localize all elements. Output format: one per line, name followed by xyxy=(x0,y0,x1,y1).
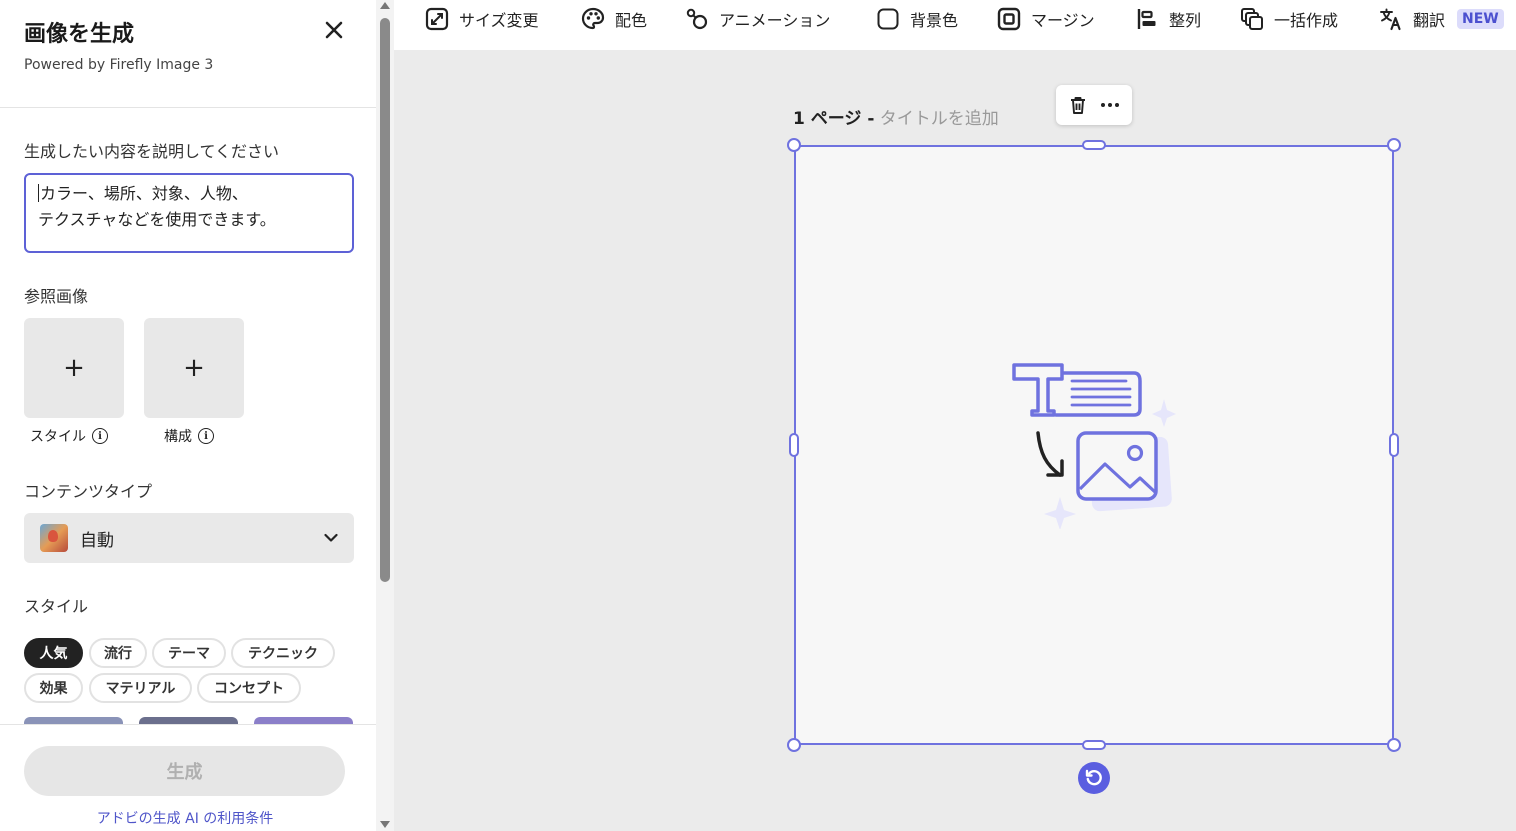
panel-title: 画像を生成 xyxy=(24,22,135,47)
style-chip-concept[interactable]: コンセプト xyxy=(197,673,301,703)
toolbar-bulk-create-label: 一括作成 xyxy=(1274,11,1339,30)
toolbar-palette[interactable]: 配色 xyxy=(581,0,647,38)
palette-icon xyxy=(581,7,605,30)
bulk-create-icon xyxy=(1241,8,1263,30)
info-icon[interactable]: i xyxy=(92,428,108,444)
style-chip-trending[interactable]: 流行 xyxy=(89,638,147,668)
panel-footer: 生成 アドビの生成 AI の利用条件 xyxy=(0,724,376,831)
scroll-up-arrow[interactable] xyxy=(380,2,390,9)
top-toolbar: サイズ変更 配色 アニメーション 背景色 マージン 整列 一括作成 翻訳 NEW xyxy=(394,0,1516,50)
toolbar-palette-label: 配色 xyxy=(615,11,648,30)
translate-icon xyxy=(1380,8,1401,31)
animation-icon xyxy=(686,8,708,30)
resize-handle-bottom-right[interactable] xyxy=(1387,738,1401,752)
chevron-down-icon xyxy=(324,533,338,542)
new-badge: NEW xyxy=(1457,9,1504,29)
info-icon[interactable]: i xyxy=(198,428,214,444)
toolbar-align-label: 整列 xyxy=(1169,11,1202,30)
resize-handle-bottom[interactable] xyxy=(1082,740,1106,750)
resize-handle-top-left[interactable] xyxy=(787,138,801,152)
panel-scrollbar[interactable] xyxy=(376,0,394,831)
resize-handle-top-right[interactable] xyxy=(1387,138,1401,152)
trash-icon xyxy=(1071,97,1085,114)
scroll-down-arrow[interactable] xyxy=(380,821,390,828)
style-reference-label: スタイル xyxy=(30,429,86,445)
style-chip-popular[interactable]: 人気 xyxy=(24,638,83,668)
prompt-placeholder-line1: カラー、場所、対象、人物、 xyxy=(40,184,248,203)
close-button[interactable] xyxy=(318,14,350,46)
style-reference-upload[interactable]: + xyxy=(24,318,124,418)
style-chip-material[interactable]: マテリアル xyxy=(89,673,192,703)
content-type-value: 自動 xyxy=(80,530,114,551)
generate-button[interactable]: 生成 xyxy=(24,746,345,796)
toolbar-bulk-create[interactable]: 一括作成 xyxy=(1240,0,1338,38)
more-options-button[interactable] xyxy=(1096,91,1124,119)
floating-toolbar xyxy=(1056,85,1132,125)
prompt-placeholder-line2: テクスチャなどを使用できます。 xyxy=(38,210,276,229)
toolbar-background-color[interactable]: 背景色 xyxy=(876,0,958,38)
generate-image-panel: 画像を生成 Powered by Firefly Image 3 生成したい内容… xyxy=(0,0,376,831)
toolbar-background-color-label: 背景色 xyxy=(910,11,959,30)
toolbar-translate[interactable]: 翻訳 NEW xyxy=(1379,0,1504,38)
more-icon xyxy=(1101,103,1119,107)
toolbar-animation[interactable]: アニメーション xyxy=(685,0,830,38)
resize-handle-left[interactable] xyxy=(789,433,799,457)
scroll-thumb[interactable] xyxy=(380,18,390,582)
text-caret xyxy=(38,184,39,202)
toolbar-margin[interactable]: マージン xyxy=(997,0,1095,38)
plus-icon: + xyxy=(63,353,85,383)
composition-reference-caption: 構成 i xyxy=(164,426,214,446)
panel-header: 画像を生成 Powered by Firefly Image 3 xyxy=(0,0,376,108)
plus-icon: + xyxy=(183,353,205,383)
rotate-button[interactable] xyxy=(1078,762,1110,794)
style-chip-technique[interactable]: テクニック xyxy=(231,638,335,668)
toolbar-resize[interactable]: サイズ変更 xyxy=(425,0,539,38)
page-title[interactable]: 1 ページ - タイトルを追加 xyxy=(793,104,999,129)
content-type-label: コンテンツタイプ xyxy=(24,482,153,501)
toolbar-resize-label: サイズ変更 xyxy=(459,11,539,30)
toolbar-margin-label: マージン xyxy=(1031,11,1095,30)
style-chip-theme[interactable]: テーマ xyxy=(152,638,226,668)
toolbar-animation-label: アニメーション xyxy=(719,11,831,30)
composition-reference-upload[interactable]: + xyxy=(144,318,244,418)
artboard-page[interactable] xyxy=(794,145,1394,745)
panel-subtitle: Powered by Firefly Image 3 xyxy=(24,57,214,73)
prompt-label: 生成したい内容を説明してください xyxy=(24,142,280,161)
style-label: スタイル xyxy=(24,597,89,616)
resize-handle-top[interactable] xyxy=(1082,140,1106,150)
composition-reference-label: 構成 xyxy=(164,429,192,445)
toolbar-align[interactable]: 整列 xyxy=(1135,0,1201,38)
page-title-placeholder: タイトルを追加 xyxy=(879,109,999,129)
resize-handle-bottom-left[interactable] xyxy=(787,738,801,752)
resize-icon xyxy=(425,7,449,31)
delete-button[interactable] xyxy=(1064,91,1092,119)
background-color-icon xyxy=(877,8,899,30)
content-type-thumbnail xyxy=(40,524,68,552)
margin-icon xyxy=(997,7,1021,31)
resize-handle-right[interactable] xyxy=(1389,433,1399,457)
prompt-input[interactable]: カラー、場所、対象、人物、 テクスチャなどを使用できます。 xyxy=(24,173,354,253)
terms-link[interactable]: アドビの生成 AI の利用条件 xyxy=(0,808,370,828)
style-reference-caption: スタイル i xyxy=(30,426,108,446)
align-icon xyxy=(1137,9,1156,29)
toolbar-translate-label: 翻訳 xyxy=(1413,11,1446,30)
rotate-icon xyxy=(1085,769,1102,786)
content-type-dropdown[interactable]: 自動 xyxy=(24,513,354,563)
close-icon xyxy=(325,21,343,39)
reference-image-label: 参照画像 xyxy=(24,287,89,306)
page-number: 1 ページ - xyxy=(793,109,875,129)
style-chip-effect[interactable]: 効果 xyxy=(24,673,83,703)
text-to-image-illustration-icon xyxy=(1012,363,1176,529)
